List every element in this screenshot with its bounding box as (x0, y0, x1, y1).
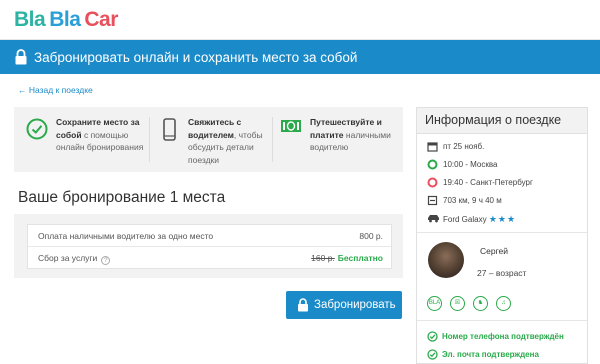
banner-title: Забронировать онлайн и сохранить место з… (34, 50, 358, 65)
benefit-pay-cash: Путешествуйте и платите наличными водите… (280, 115, 400, 165)
benefit-contact-driver: Свяжитесь с водителем, чтобы обсудить де… (158, 115, 278, 165)
calendar-icon (427, 142, 438, 152)
car-rating-stars: ★★★ (488, 214, 517, 224)
price-value: 800 р. (359, 231, 383, 241)
lock-icon (298, 298, 308, 312)
benefit-text: Путешествуйте и платите наличными водите… (310, 117, 391, 152)
divider (272, 117, 273, 162)
divider (417, 320, 587, 321)
back-to-trip-link[interactable]: ← Назад к поездке (18, 85, 93, 95)
booking-benefits: Сохраните место за собой с помощью онлай… (14, 107, 403, 172)
benefit-text: Свяжитесь с водителем, чтобы обсудить де… (188, 117, 263, 165)
question-icon[interactable]: ? (101, 256, 111, 265)
no-smoking-icon: ☒ (450, 296, 465, 311)
chattiness-icon: BLA (427, 296, 442, 311)
departure-pin-icon (427, 159, 438, 170)
blablacar-logo[interactable]: Bla Bla Car (14, 8, 122, 32)
price-label: Оплата наличными водителю за одно место (38, 231, 214, 241)
driver-age: 27 – возраст (477, 268, 527, 278)
old-price: 160 р. (311, 253, 335, 263)
top-bar: Bla Bla Car (0, 0, 600, 40)
book-button[interactable]: Забронировать (286, 291, 402, 319)
driver-name[interactable]: Сергей (480, 246, 508, 256)
trip-info-title: Информация о поездке (417, 108, 587, 134)
check-circle-icon (26, 118, 48, 140)
price-table: Оплата наличными водителю за одно место … (27, 224, 392, 269)
divider (417, 232, 587, 233)
driver-avatar[interactable] (428, 242, 464, 278)
music-icon: ♫ (496, 296, 511, 311)
phone-icon (163, 118, 176, 141)
booking-banner: Забронировать онлайн и сохранить место з… (0, 40, 600, 74)
price-row-seat: Оплата наличными водителю за одно место … (28, 225, 391, 247)
lock-icon (15, 49, 27, 65)
price-label: Сбор за услуги? (38, 253, 111, 265)
car-icon (428, 215, 439, 223)
booking-title: Ваше бронирование 1 места (18, 189, 226, 206)
benefit-text: Сохраните место за собой с помощью онлай… (56, 117, 144, 152)
check-circle-icon (427, 331, 438, 342)
free-label: Бесплатно (337, 253, 383, 263)
benefit-reserve-seat: Сохраните место за собой с помощью онлай… (26, 115, 146, 165)
book-button-label: Забронировать (314, 299, 396, 311)
price-breakdown: Оплата наличными водителю за одно место … (14, 214, 403, 278)
divider (149, 117, 150, 162)
pets-icon: ♞ (473, 296, 488, 311)
trip-info-panel: Информация о поездке пт 25 нояб. 10:00 -… (416, 107, 588, 364)
check-circle-icon (427, 349, 438, 360)
price-row-service-fee: Сбор за услуги? 160 р. Бесплатно (28, 247, 391, 269)
distance-icon (427, 195, 438, 206)
arrival-pin-icon (427, 177, 438, 188)
price-value: 160 р. Бесплатно (311, 253, 383, 263)
cash-icon (281, 120, 301, 132)
